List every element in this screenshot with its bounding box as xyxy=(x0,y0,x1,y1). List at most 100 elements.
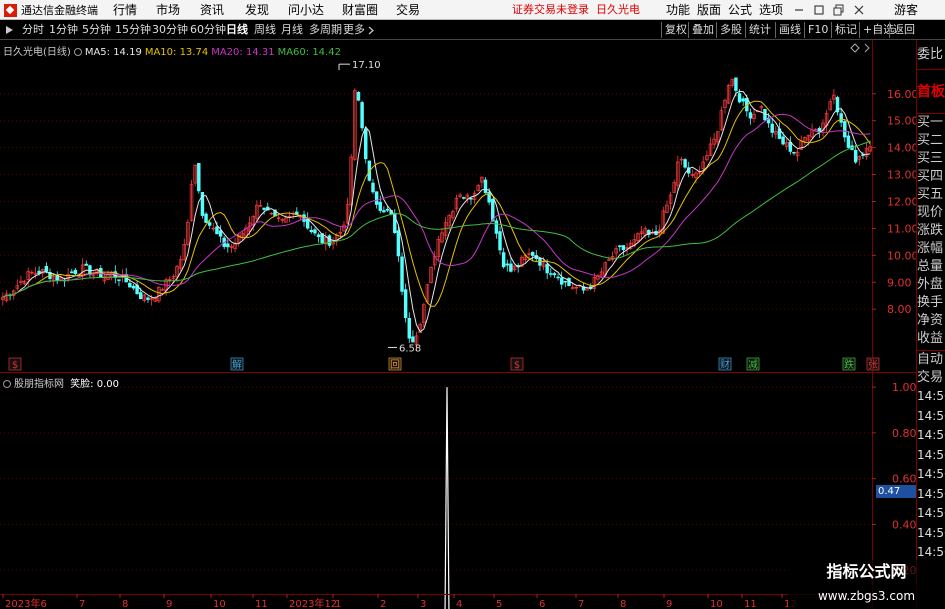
candle-body xyxy=(382,210,386,213)
date-tick-label: 2 xyxy=(380,599,386,609)
menu-item-ask[interactable]: 问小达 xyxy=(288,0,324,20)
candle-body xyxy=(552,273,557,276)
main-chart-name: 日久光电(日线) xyxy=(3,47,71,58)
side-row-label: 净资 xyxy=(917,313,944,328)
indicator-value-tag: 0.47 xyxy=(876,485,916,498)
chart-dropdown-icon[interactable] xyxy=(73,48,82,56)
candle-body xyxy=(734,77,738,91)
candle-body xyxy=(364,128,368,160)
candle-body xyxy=(770,123,774,133)
menu-function[interactable]: 功能 xyxy=(666,0,690,20)
price-tick-label: 10.00 xyxy=(887,249,916,262)
btn-multi-stock[interactable]: 多股 xyxy=(716,22,742,38)
menu-item-market[interactable]: 市场 xyxy=(156,0,180,20)
side-row-label: 买五 xyxy=(917,187,944,202)
date-axis: 2023年678910112023年12123456789101112 xyxy=(0,594,872,609)
price-tick-label: 13.00 xyxy=(887,169,916,182)
menu-options[interactable]: 选项 xyxy=(759,0,783,20)
period-60min[interactable]: 60分钟 xyxy=(190,20,226,40)
menu-formula[interactable]: 公式 xyxy=(728,0,752,20)
menu-item-news[interactable]: 资讯 xyxy=(200,0,224,20)
chevron-right-icon[interactable] xyxy=(367,26,375,35)
indicator-tick-label: 1.00 xyxy=(892,381,916,394)
btn-f10[interactable]: F10 xyxy=(804,22,828,38)
date-tick-label: 1 xyxy=(335,599,341,609)
period-more[interactable]: 更多 xyxy=(343,20,365,40)
main-kline-chart[interactable]: 8.00 9.00 10.00 11.00 12.00 13.00 14.00 15.00 16… xyxy=(0,40,916,372)
candle-body xyxy=(501,252,506,268)
toolbar-arrow-icon[interactable] xyxy=(4,25,14,35)
period-15min[interactable]: 15分钟 xyxy=(115,20,151,40)
period-monthly[interactable]: 月线 xyxy=(281,20,303,40)
date-tick-label: 6 xyxy=(539,599,545,609)
price-tick-label: 9.00 xyxy=(887,276,912,289)
btn-stats[interactable]: 统计 xyxy=(745,22,771,38)
candle-body xyxy=(70,271,74,274)
user-guest[interactable]: 游客 xyxy=(894,0,918,20)
candle-body xyxy=(400,256,404,292)
close-icon[interactable] xyxy=(852,3,866,17)
indicator-axis: 0.200.400.600.801.00 xyxy=(872,381,916,577)
btn-back[interactable]: 返回 xyxy=(889,22,915,38)
high-label: 17.10 xyxy=(352,60,381,71)
candle-body xyxy=(117,279,121,281)
candle-body xyxy=(385,208,390,211)
candle-body xyxy=(360,102,364,129)
btn-fuquan[interactable]: 复权 xyxy=(661,22,687,38)
main-legend: 日久光电(日线) MA5: 14.19 MA10: 13.74 MA20: 14.31… xyxy=(3,43,344,58)
period-1min[interactable]: 1分钟 xyxy=(49,20,78,40)
candle-body xyxy=(559,277,564,285)
side-time-value: 14:56 xyxy=(917,525,945,540)
period-30min[interactable]: 30分钟 xyxy=(152,20,188,40)
side-row-label: 买四 xyxy=(917,169,944,184)
btn-overlay[interactable]: 叠加 xyxy=(688,22,714,38)
indicator-dropdown-icon[interactable] xyxy=(3,380,11,388)
indicator-chart[interactable]: 0.200.400.600.801.00 2023年678910112023年1… xyxy=(0,372,916,609)
ma20-label: MA20: 14.31 xyxy=(211,47,275,58)
indicator-grid xyxy=(0,372,873,609)
menu-layout[interactable]: 版面 xyxy=(697,0,721,20)
maximize-icon[interactable] xyxy=(812,3,826,17)
menu-item-wealth[interactable]: 财富圈 xyxy=(342,0,378,20)
minimize-icon[interactable] xyxy=(792,3,806,17)
menu-item-discover[interactable]: 发现 xyxy=(245,0,269,20)
candle-body xyxy=(469,198,473,200)
candle-body xyxy=(197,163,201,192)
candle-body xyxy=(327,235,332,246)
restore-icon[interactable] xyxy=(832,3,846,17)
candle-body xyxy=(563,280,568,283)
side-row-label: 涨幅 xyxy=(917,241,944,256)
period-weekly[interactable]: 周线 xyxy=(254,20,276,40)
candle-body xyxy=(788,141,793,152)
candle-body xyxy=(207,222,212,226)
side-auto-trade[interactable]: 自动 交易 xyxy=(917,350,945,387)
side-row-label: 买一 xyxy=(917,115,944,130)
side-auto-label[interactable]: 自动 xyxy=(917,351,945,369)
side-trade-label[interactable]: 交易 xyxy=(917,369,945,387)
period-5min[interactable]: 5分钟 xyxy=(82,20,111,40)
menu-item-quotes[interactable]: 行情 xyxy=(113,0,137,20)
candle-body xyxy=(226,243,230,248)
menu-item-trade[interactable]: 交易 xyxy=(396,0,420,20)
period-toolbar: 分时 1分钟 5分钟 15分钟 30分钟 60分钟 日线 周线 月线 多周期 更… xyxy=(0,20,945,40)
chart-corner-icons[interactable] xyxy=(850,43,870,53)
event-marker-label: 解 xyxy=(232,358,242,371)
candle-body xyxy=(843,121,847,138)
side-row-label: 收益 xyxy=(917,331,944,346)
candle-body xyxy=(839,113,843,123)
indicator-tick-label: 0.60 xyxy=(892,473,916,486)
btn-draw[interactable]: 画线 xyxy=(775,22,801,38)
candle-body xyxy=(218,230,223,237)
period-daily[interactable]: 日线 xyxy=(226,20,248,40)
expand-icon[interactable] xyxy=(864,43,870,53)
period-fenshi[interactable]: 分时 xyxy=(22,20,44,40)
candle-body xyxy=(316,234,321,237)
period-multi[interactable]: 多周期 xyxy=(309,20,342,40)
candle-body xyxy=(861,154,865,156)
ma60-label: MA60: 14.42 xyxy=(277,47,341,58)
side-row-label: 涨跌 xyxy=(917,223,944,238)
candle-body xyxy=(371,182,375,193)
btn-mark[interactable]: 标记 xyxy=(831,22,857,38)
candle-body xyxy=(846,135,851,148)
diamond-icon[interactable] xyxy=(850,43,860,53)
